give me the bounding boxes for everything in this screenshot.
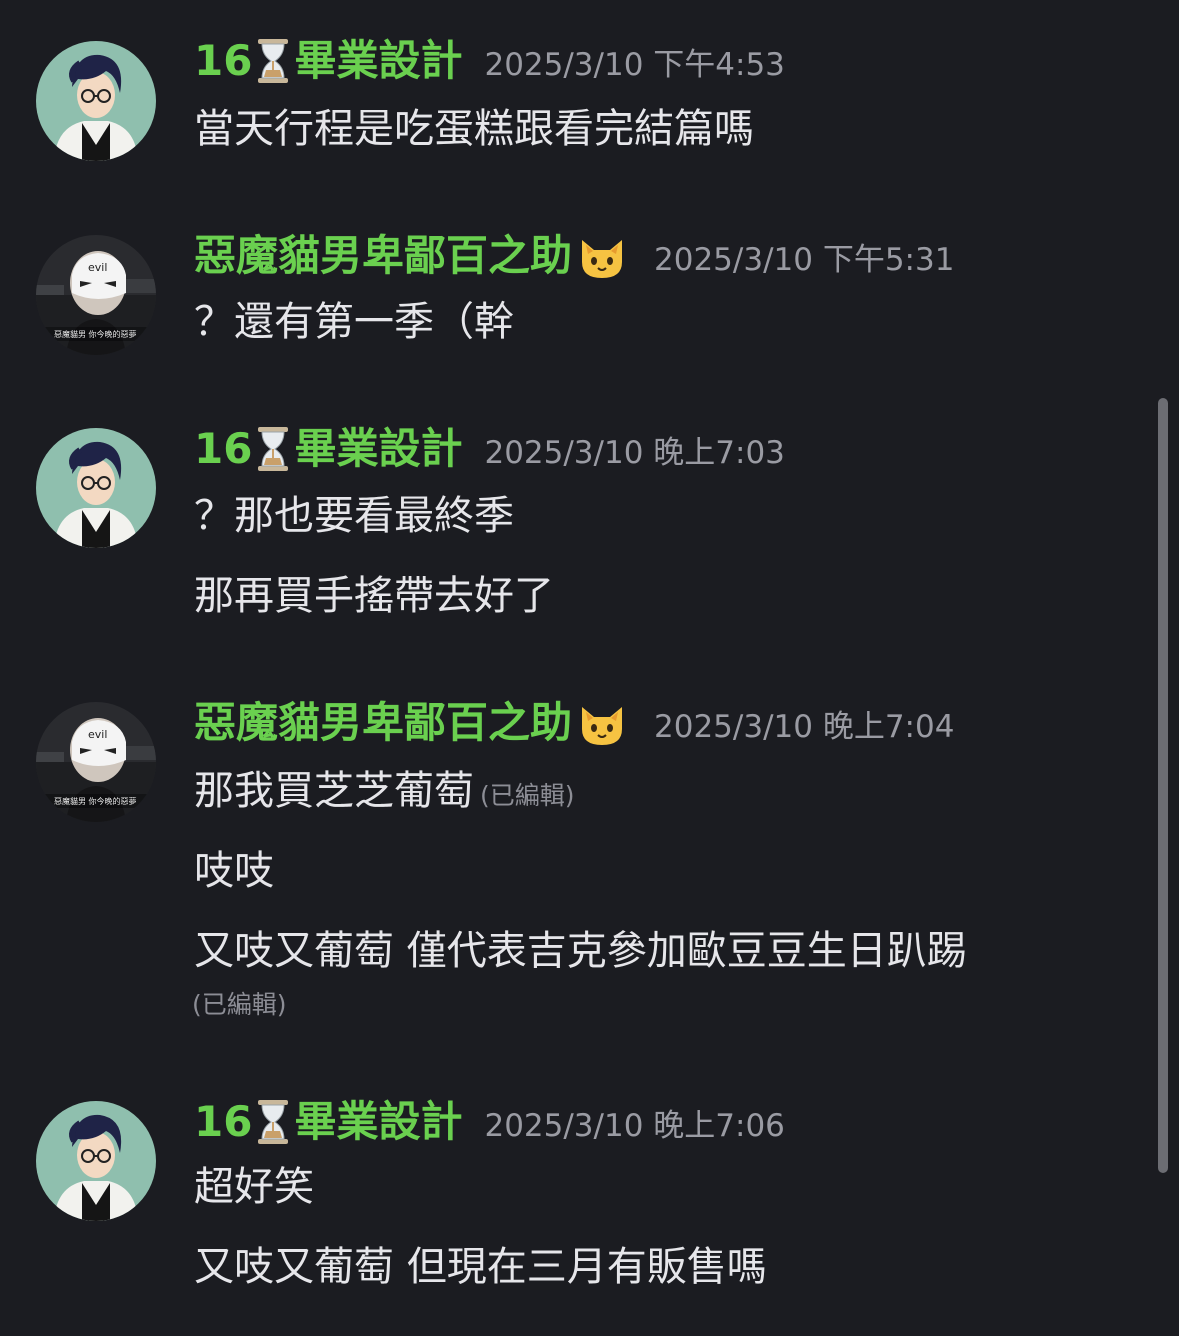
hourglass-icon bbox=[258, 39, 289, 83]
message-header: 惡魔貓男卑鄙百之助 2025/3/10 晚上7:04 bbox=[194, 698, 954, 752]
username[interactable]: 16 畢業設計 bbox=[194, 1097, 462, 1147]
avatar[interactable] bbox=[36, 1101, 156, 1221]
avatar[interactable]: evil 惡魔貓男 你今晚的惡夢 bbox=[36, 702, 156, 822]
message-timestamp: 2025/3/10 晚上7:06 bbox=[484, 1108, 785, 1144]
message-text: 超好笑 bbox=[194, 1164, 314, 1210]
message-timestamp: 2025/3/10 下午5:31 bbox=[654, 242, 955, 278]
message-timestamp: 2025/3/10 晚上7:04 bbox=[654, 709, 955, 745]
username-suffix: 畢業設計 bbox=[294, 1097, 463, 1146]
message-header: 惡魔貓男卑鄙百之助 2025/3/10 下午5:31 bbox=[194, 231, 954, 285]
username-suffix: 畢業設計 bbox=[294, 36, 463, 85]
message-timestamp: 2025/3/10 晚上7:03 bbox=[484, 435, 785, 471]
message-text: 那我買芝芝葡萄 (已編輯) bbox=[194, 766, 575, 821]
hourglass-icon bbox=[258, 1100, 289, 1144]
mask-text: evil bbox=[88, 261, 107, 274]
message-text: ？那也要看最終季 bbox=[194, 493, 514, 539]
username[interactable]: 16 畢業設計 bbox=[194, 424, 462, 474]
username[interactable]: 惡魔貓男卑鄙百之助 bbox=[194, 231, 632, 281]
message-text: 吱吱 bbox=[194, 848, 274, 894]
hourglass-icon bbox=[258, 427, 289, 471]
avatar[interactable] bbox=[36, 428, 156, 548]
scrollbar[interactable] bbox=[1158, 398, 1168, 1173]
avatar-caption: 惡魔貓男 你今晚的惡夢 bbox=[54, 796, 137, 806]
message-header: 16 畢業設計 2025/3/10 晚上7:03 bbox=[194, 424, 785, 478]
username-prefix: 16 bbox=[194, 424, 253, 473]
username-prefix: 16 bbox=[194, 1097, 253, 1146]
username-prefix: 16 bbox=[194, 36, 253, 85]
avatar-photo: evil 惡魔貓男 你今晚的惡夢 bbox=[36, 702, 156, 822]
message-header: 16 畢業設計 2025/3/10 晚上7:06 bbox=[194, 1097, 785, 1151]
username-text: 惡魔貓男卑鄙百之助 bbox=[194, 698, 573, 747]
message-timestamp: 2025/3/10 下午4:53 bbox=[484, 47, 785, 83]
chat-message-list: 16 畢業設計 2025/3/10 下午4:53 當天行程是吃蛋糕跟看完結篇嗎 bbox=[0, 0, 1179, 1336]
message-text: 又吱又葡萄 但現在三月有販售嗎 bbox=[194, 1244, 767, 1290]
mask-text: evil bbox=[88, 728, 107, 741]
username-text: 惡魔貓男卑鄙百之助 bbox=[194, 231, 573, 280]
username[interactable]: 16 畢業設計 bbox=[194, 36, 462, 86]
avatar-photo: evil 惡魔貓男 你今晚的惡夢 bbox=[36, 235, 156, 355]
avatar-illustration bbox=[36, 1101, 156, 1221]
edited-label: (已編輯) bbox=[192, 990, 287, 1019]
message-text: ？還有第一季（幹 bbox=[194, 299, 514, 345]
username-suffix: 畢業設計 bbox=[294, 424, 463, 473]
avatar-illustration bbox=[36, 41, 156, 161]
message-text: 當天行程是吃蛋糕跟看完結篇嗎 bbox=[194, 106, 754, 152]
avatar-illustration bbox=[36, 428, 156, 548]
cat-face-icon bbox=[582, 240, 623, 278]
avatar-caption: 惡魔貓男 你今晚的惡夢 bbox=[54, 329, 137, 339]
avatar[interactable] bbox=[36, 41, 156, 161]
message-header: 16 畢業設計 2025/3/10 下午4:53 bbox=[194, 36, 785, 90]
avatar[interactable]: evil 惡魔貓男 你今晚的惡夢 bbox=[36, 235, 156, 355]
message-text: 又吱又葡萄 僅代表吉克參加歐豆豆生日趴踢 bbox=[194, 928, 967, 974]
username[interactable]: 惡魔貓男卑鄙百之助 bbox=[194, 698, 632, 748]
message-text: 那再買手搖帶去好了 bbox=[194, 573, 554, 619]
edited-label: (已編輯) bbox=[480, 781, 575, 810]
cat-face-icon bbox=[582, 707, 623, 745]
message-text-content: 那我買芝芝葡萄 bbox=[194, 768, 474, 814]
